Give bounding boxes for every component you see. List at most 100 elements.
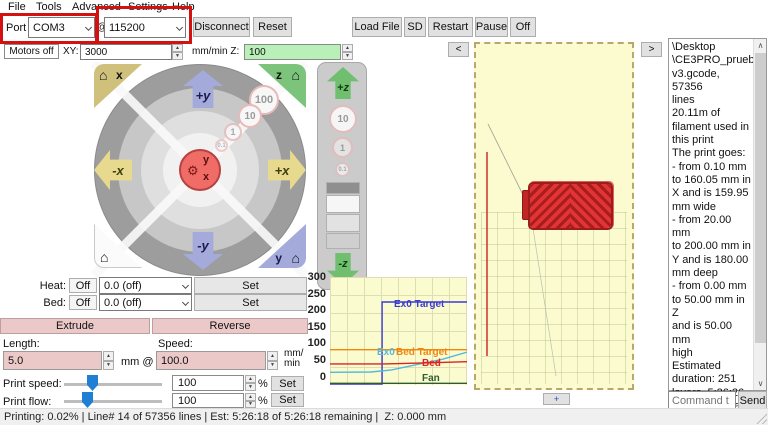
home-z-label: z — [276, 68, 282, 82]
extrude-speed-field[interactable]: 100.0 — [156, 351, 266, 370]
z-distance-1[interactable]: 1 — [332, 137, 353, 158]
jog-center-x-label: x — [203, 171, 209, 183]
prev-layer-button[interactable]: < — [448, 42, 469, 57]
jog-distance-10[interactable]: 10 — [238, 104, 262, 128]
menu-file[interactable]: File — [8, 1, 26, 13]
y-tick-label: 50 — [300, 354, 326, 366]
jog-distance-1[interactable]: 1 — [224, 123, 242, 141]
scrollbar-thumb[interactable] — [755, 53, 766, 343]
status-bar: Printing: 0.02% | Line# 14 of 57356 line… — [0, 408, 768, 425]
z-speed-field[interactable]: 100 — [244, 44, 341, 60]
scroll-down-icon[interactable]: ∨ — [754, 377, 767, 390]
print-flow-label: Print flow: — [3, 396, 51, 408]
jog-distance-01[interactable]: 0.1 — [215, 139, 228, 152]
scroll-up-icon[interactable]: ∧ — [754, 39, 767, 52]
z-plus-label: +z — [337, 82, 349, 94]
print-flow-spinner[interactable]: ▲▼ — [245, 393, 256, 408]
jog-center-button[interactable]: ⚙ y x — [179, 149, 221, 191]
console-panel: \Desktop\CE3PRO_pruebav3.gcode, 57356lin… — [668, 38, 767, 391]
chart-label-ex0: Ex0 — [377, 347, 395, 358]
home-icon: ⌂ — [100, 249, 108, 265]
chevron-down-icon — [85, 23, 92, 30]
heat-label: Heat: — [30, 280, 66, 292]
print-speed-slider-handle[interactable] — [87, 375, 98, 391]
console-line: Estimated — [672, 360, 751, 373]
chart-label-bed-target: Bed Target — [396, 347, 448, 358]
print-flow-percent: % — [258, 395, 268, 407]
reverse-button[interactable]: Reverse — [152, 318, 308, 334]
bed-temp-value: 0.0 (off) — [104, 297, 142, 309]
console-line: this print — [672, 134, 751, 147]
menu-settings[interactable]: Settings — [128, 1, 168, 13]
print-speed-slider-track[interactable] — [64, 383, 162, 386]
menu-tools[interactable]: Tools — [36, 1, 62, 13]
extrude-button[interactable]: Extrude — [0, 318, 150, 334]
print-flow-set-button[interactable]: Set — [271, 393, 304, 407]
z-distance-10[interactable]: 10 — [329, 105, 357, 133]
speed-label: Speed: — [158, 338, 193, 350]
home-icon: ⌂ — [292, 250, 300, 266]
jog-minus-y-label: -y — [197, 238, 209, 253]
gcode-viewer[interactable] — [474, 42, 634, 390]
bed-set-button[interactable]: Set — [194, 294, 307, 311]
reset-button[interactable]: Reset — [253, 17, 292, 37]
print-flow-value-field[interactable]: 100 — [172, 393, 244, 408]
console-line: and is 50.00 mm — [672, 320, 751, 347]
bed-off-button[interactable]: Off — [69, 295, 97, 310]
chevron-down-icon — [182, 281, 189, 288]
disconnect-button[interactable]: Disconnect — [193, 17, 250, 37]
xy-speed-field[interactable]: 3000 — [80, 44, 172, 60]
menu-advanced[interactable]: Advanced — [72, 1, 121, 13]
port-combo[interactable]: COM3 — [28, 17, 95, 38]
bed-temp-combo[interactable]: 0.0 (off) — [99, 294, 192, 311]
home-x-label: x — [116, 68, 123, 82]
home-icon: ⌂ — [99, 67, 107, 83]
extrude-length-field[interactable]: 5.0 — [3, 351, 102, 370]
load-file-button[interactable]: Load File — [352, 17, 402, 37]
next-layer-button[interactable]: > — [641, 42, 662, 57]
temp-graph-lines — [330, 277, 467, 385]
console-scrollbar[interactable]: ∧ ∨ — [753, 39, 766, 390]
print-flow-slider-track[interactable] — [64, 400, 162, 403]
sd-button[interactable]: SD — [404, 17, 426, 37]
extrude-speed-spinner[interactable]: ▲▼ — [267, 351, 278, 370]
pause-button[interactable]: Pause — [475, 17, 508, 37]
temp-graph[interactable]: Ex0 Target Ex0 Bed Target Bed Fan — [330, 277, 467, 385]
xy-speed-spinner[interactable]: ▲▼ — [172, 44, 183, 60]
print-flow-slider-handle[interactable] — [82, 392, 93, 408]
motors-off-button[interactable]: Motors off — [4, 44, 59, 59]
z-distance-01[interactable]: 0.1 — [335, 162, 350, 177]
heat-temp-value: 0.0 (off) — [104, 280, 142, 292]
console-line: - from 0.10 mm — [672, 161, 751, 174]
console-line: mm wide — [672, 201, 751, 214]
baud-combo[interactable]: 115200 — [104, 17, 186, 38]
print-speed-value-field[interactable]: 100 — [172, 375, 244, 391]
z-band[interactable] — [326, 195, 360, 213]
print-object-infill-right — [571, 184, 612, 228]
heat-temp-combo[interactable]: 0.0 (off) — [99, 277, 192, 294]
print-speed-value: 100 — [178, 377, 196, 389]
z-band[interactable] — [326, 233, 360, 249]
z-band[interactable] — [326, 214, 360, 232]
z-band[interactable] — [326, 182, 360, 194]
z-plus-button[interactable]: +z — [327, 67, 359, 99]
console-log: \Desktop\CE3PRO_pruebav3.gcode, 57356lin… — [672, 41, 751, 425]
off-button[interactable]: Off — [510, 17, 536, 37]
heat-set-button[interactable]: Set — [194, 277, 307, 294]
print-speed-label: Print speed: — [3, 378, 62, 390]
heat-off-button[interactable]: Off — [69, 278, 97, 293]
extrude-length-spinner[interactable]: ▲▼ — [103, 351, 114, 370]
console-line: v3.gcode, 57356 — [672, 68, 751, 95]
console-line: to 200.00 mm in — [672, 240, 751, 253]
jog-plus-x-label: +x — [275, 163, 290, 178]
length-label: Length: — [3, 338, 40, 350]
home-icon: ⌂ — [292, 67, 300, 83]
viewer-zoom-button[interactable]: + — [543, 393, 570, 405]
bed-label: Bed: — [30, 297, 66, 309]
restart-button[interactable]: Restart — [428, 17, 473, 37]
menu-help[interactable]: Help — [172, 1, 195, 13]
chart-label-fan: Fan — [422, 373, 440, 384]
y-tick-label: 0 — [300, 371, 326, 383]
z-speed-spinner[interactable]: ▲▼ — [342, 44, 353, 60]
print-speed-spinner[interactable]: ▲▼ — [245, 375, 256, 391]
